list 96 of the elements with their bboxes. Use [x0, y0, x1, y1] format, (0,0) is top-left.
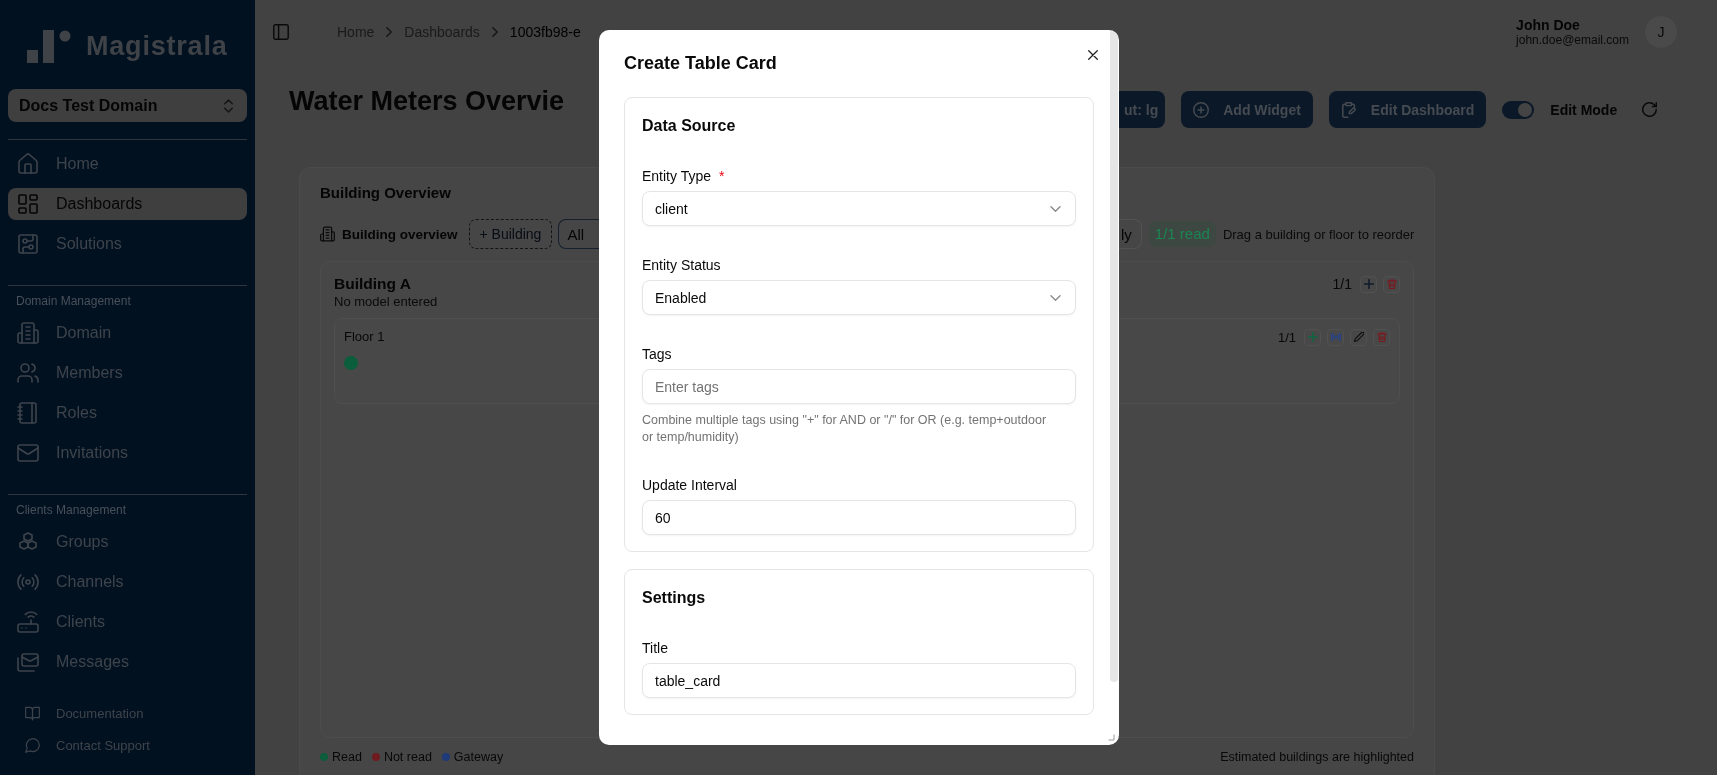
- router-icon: [17, 611, 39, 633]
- meter-count: 1/1: [1277, 329, 1296, 345]
- section-title: Data Source: [642, 116, 736, 136]
- close-icon[interactable]: [1088, 50, 1098, 60]
- edit-mode-switch[interactable]: [1502, 100, 1535, 119]
- chevron-down-icon: [1050, 205, 1061, 212]
- user-email: john.doe@email.com: [1516, 33, 1629, 47]
- pencil-icon: [1353, 332, 1364, 342]
- section-title: Settings: [642, 588, 706, 608]
- select-field[interactable]: client: [642, 191, 1076, 226]
- building-model: No model entered: [334, 294, 438, 310]
- field-label: Update Interval: [642, 476, 737, 495]
- user-name: John Doe: [1516, 17, 1580, 33]
- trash-icon: [1376, 332, 1387, 342]
- text-field[interactable]: table_card: [642, 663, 1076, 698]
- toolbar-heading: Building overview: [342, 226, 458, 242]
- nav-item[interactable]: Clients: [8, 606, 247, 638]
- chat-bubble-icon: [25, 737, 40, 753]
- dashboard-grid-icon: [17, 193, 39, 215]
- nav-item[interactable]: Channels: [8, 566, 247, 598]
- book-icon: [25, 705, 40, 721]
- footer-link[interactable]: Contact Support: [8, 731, 247, 759]
- page-title: Water Meters Overvie: [289, 85, 566, 117]
- toolbar-button[interactable]: ut: lg: [1118, 91, 1166, 128]
- chevron-down-icon: [1050, 294, 1061, 301]
- users-icon: [17, 362, 39, 384]
- widget-title: Building Overview: [320, 183, 451, 203]
- plus-icon: [1307, 332, 1318, 342]
- read-count-badge: 1/1 read: [1148, 221, 1216, 247]
- footer-link[interactable]: Documentation: [8, 699, 247, 727]
- mails-icon: [17, 651, 39, 673]
- nav-item[interactable]: Solutions: [8, 228, 247, 260]
- add-button[interactable]: [1360, 275, 1377, 293]
- nav-item[interactable]: Home: [8, 148, 247, 180]
- notebook-icon: [17, 402, 39, 424]
- chevron-right-icon: [491, 27, 498, 37]
- legend-label: Not read: [383, 749, 432, 765]
- radio-signal-icon: [1330, 332, 1341, 342]
- field-help-text: Combine multiple tags using "+" for AND or "/" for OR (e.g. temp+outdoor or temp/humidity): [642, 412, 1048, 446]
- delete-button[interactable]: [1383, 275, 1400, 293]
- nav-item[interactable]: Roles: [8, 397, 247, 429]
- trash-icon: [1386, 279, 1397, 289]
- refresh-icon[interactable]: [1642, 102, 1658, 117]
- chevron-right-icon: [386, 27, 393, 37]
- building-icon: [17, 322, 39, 344]
- field-label: Title: [642, 639, 668, 658]
- meter-count: 1/1: [1332, 276, 1352, 292]
- nav-item[interactable]: Groups: [8, 526, 247, 558]
- plus-icon: [1363, 279, 1374, 289]
- text-field[interactable]: 60: [642, 500, 1076, 535]
- legend-label: Read: [332, 749, 362, 765]
- add-building-button[interactable]: + Building: [468, 219, 553, 249]
- nav-item[interactable]: Dashboards: [8, 188, 247, 220]
- field-label: Entity Status: [642, 256, 721, 275]
- signal-button[interactable]: [1327, 328, 1344, 346]
- clipboard-pen-icon: [1340, 101, 1357, 118]
- resize-grip-icon[interactable]: [1108, 734, 1115, 741]
- mail-icon: [17, 442, 39, 464]
- nav-item[interactable]: Invitations: [8, 437, 247, 469]
- user-avatar[interactable]: J: [1645, 16, 1677, 48]
- delete-button[interactable]: [1373, 328, 1390, 346]
- building-name: Building A: [334, 274, 411, 294]
- building-icon: [320, 226, 335, 242]
- add-button[interactable]: [1304, 328, 1321, 346]
- logo-text: Magistrala: [86, 30, 228, 63]
- field-label: Tags: [642, 345, 672, 364]
- plus-circle-icon: [1193, 101, 1210, 118]
- nav-item[interactable]: Members: [8, 357, 247, 389]
- circuit-board-icon: [17, 233, 39, 255]
- floor-name: Floor 1: [344, 329, 385, 345]
- nav-section-heading: Domain Management: [15, 293, 131, 309]
- legend-note: Estimated buildings are highlighted: [1220, 749, 1414, 765]
- meter-dot-icon[interactable]: [344, 356, 358, 370]
- logo-mark-icon: [27, 30, 71, 63]
- legend-label: Gateway: [453, 749, 504, 765]
- chevrons-up-down-icon: [224, 98, 233, 113]
- dialog-title: Create Table Card: [624, 52, 777, 75]
- nav-item[interactable]: Messages: [8, 646, 247, 678]
- sidebar-toggle-icon[interactable]: [273, 24, 289, 40]
- select-field[interactable]: Enabled: [642, 280, 1076, 315]
- scrollbar-thumb[interactable]: [1110, 30, 1118, 682]
- reorder-hint: Drag a building or floor to reorder: [1222, 226, 1415, 242]
- text-field[interactable]: Enter tags: [642, 369, 1076, 404]
- required-mark: *: [719, 167, 725, 186]
- edit-button[interactable]: [1350, 328, 1367, 346]
- domain-selector[interactable]: Docs Test Domain: [8, 89, 247, 122]
- edit-mode-label: Edit Mode: [1550, 101, 1618, 118]
- radio-signal-icon: [17, 571, 39, 593]
- home-icon: [17, 153, 39, 175]
- toolbar-button[interactable]: Add Widget: [1181, 91, 1313, 128]
- nav-section-heading: Clients Management: [15, 502, 127, 518]
- nav-item[interactable]: Domain: [8, 317, 247, 349]
- boxes-icon: [17, 531, 39, 553]
- toolbar-button[interactable]: Edit Dashboard: [1328, 91, 1487, 128]
- field-label: Entity Type: [642, 167, 711, 186]
- breadcrumb-current: 1003fb98-e: [509, 24, 581, 40]
